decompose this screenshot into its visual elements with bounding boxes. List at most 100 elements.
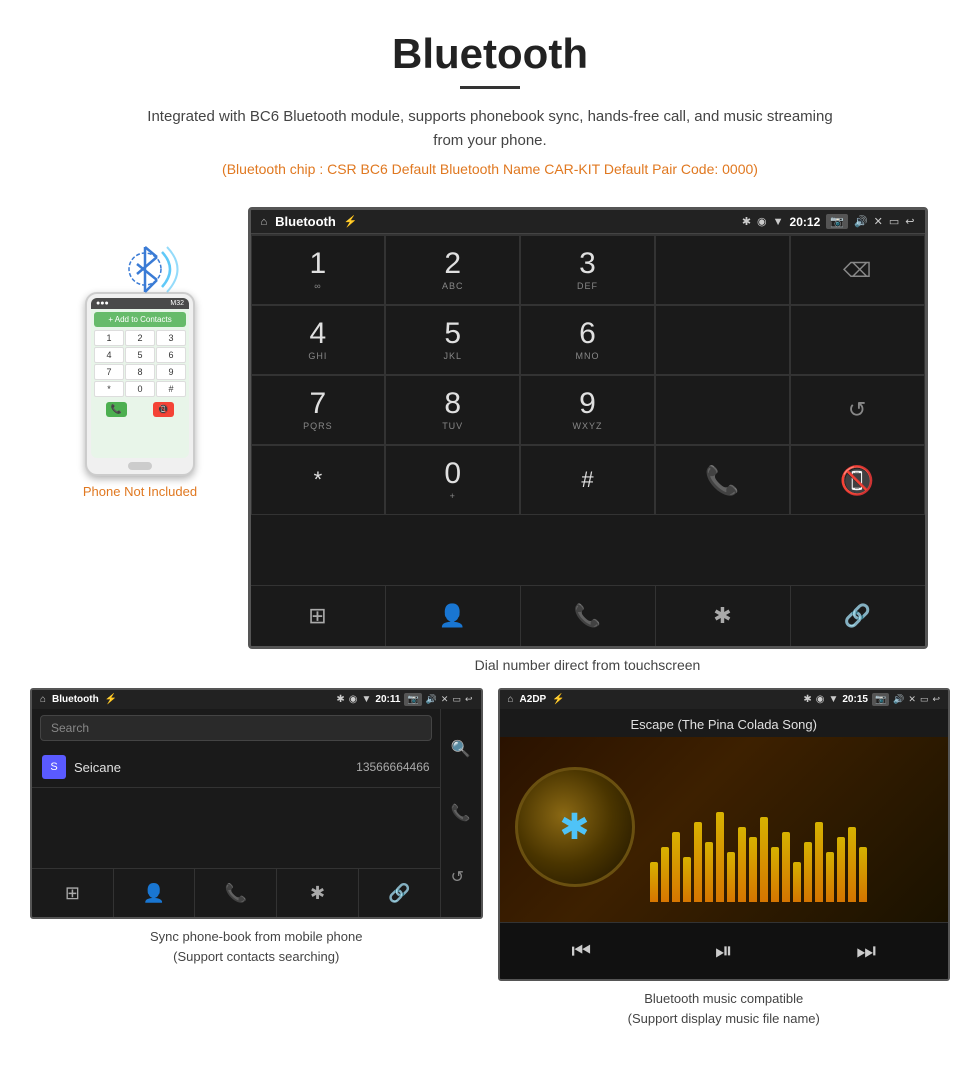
- bt-signal-icon: [110, 237, 170, 287]
- eq-bar: [672, 832, 680, 902]
- phone-key-2[interactable]: 2: [125, 330, 155, 346]
- volume-icon[interactable]: 🔊: [854, 215, 868, 228]
- phone-key-star[interactable]: *: [94, 381, 124, 397]
- pb-vol-btn[interactable]: 🔊: [426, 694, 437, 705]
- pb-call-icon[interactable]: 📞: [446, 798, 476, 828]
- phone-body: ●●●M32 + Add to Contacts 1 2 3 4 5 6 7 8…: [85, 292, 195, 476]
- phone-home-btn[interactable]: [128, 462, 152, 470]
- pb-screen-btn[interactable]: ▭: [452, 694, 461, 705]
- pb-loc-icon: ◉: [349, 694, 358, 705]
- pb-bn-bt[interactable]: ✱: [277, 869, 359, 917]
- dp-hangup-btn[interactable]: 📵: [790, 445, 925, 515]
- next-btn[interactable]: ⏭: [851, 933, 881, 969]
- dp-key-hash[interactable]: #: [520, 445, 655, 515]
- pb-home-icon[interactable]: ⌂: [40, 694, 46, 705]
- dp-key-4[interactable]: 4GHI: [251, 305, 386, 375]
- pb-search-input[interactable]: Search: [40, 715, 432, 741]
- music-sig-icon: ▼: [828, 694, 838, 705]
- phone-key-6[interactable]: 6: [156, 347, 186, 363]
- music-usb-icon: ⚡: [552, 694, 564, 705]
- dp-empty-1: [655, 235, 790, 305]
- dp-key-7[interactable]: 7PQRS: [251, 375, 386, 445]
- dp-key-3[interactable]: 3DEF: [520, 235, 655, 305]
- dp-call-btn[interactable]: 📞: [655, 445, 790, 515]
- music-screen-container: ⌂ A2DP ⚡ ✱ ◉ ▼ 20:15 📷 🔊 ✕ ▭ ↩ Escape (T…: [498, 688, 951, 981]
- music-screen-btn[interactable]: ▭: [920, 694, 929, 705]
- phone-bottom-row: 📞 📵: [91, 399, 189, 420]
- pb-time: 20:11: [375, 694, 400, 705]
- bn-phone[interactable]: 📞: [521, 586, 656, 646]
- music-back-btn[interactable]: ↩: [932, 694, 940, 705]
- phone-contacts-btn[interactable]: + Add to Contacts: [94, 312, 186, 327]
- camera-btn[interactable]: 📷: [826, 214, 848, 229]
- home-icon[interactable]: ⌂: [261, 216, 268, 228]
- bottom-panels: ⌂ Bluetooth ⚡ ✱ ◉ ▼ 20:11 📷 🔊 ✕ ▭ ↩: [0, 688, 980, 1048]
- screen-btn[interactable]: ▭: [889, 215, 899, 228]
- album-art: ✱: [515, 767, 635, 887]
- music-content: ✱: [500, 737, 949, 922]
- hu-title: Bluetooth: [275, 214, 336, 229]
- dp-key-8[interactable]: 8TUV: [385, 375, 520, 445]
- pb-statusbar: ⌂ Bluetooth ⚡ ✱ ◉ ▼ 20:11 📷 🔊 ✕ ▭ ↩: [32, 690, 481, 709]
- phone-key-5[interactable]: 5: [125, 347, 155, 363]
- dp-key-1[interactable]: 1∞: [251, 235, 386, 305]
- music-vol-btn[interactable]: 🔊: [893, 694, 904, 705]
- eq-bar: [738, 827, 746, 902]
- pb-bn-apps[interactable]: ⊞: [32, 869, 114, 917]
- dp-key-0[interactable]: 0+: [385, 445, 520, 515]
- music-cam-btn[interactable]: 📷: [872, 693, 889, 706]
- dp-redial[interactable]: ↺: [790, 375, 925, 445]
- pb-bn-phone[interactable]: 📞: [195, 869, 277, 917]
- bn-contacts[interactable]: 👤: [386, 586, 521, 646]
- phone-call-btn[interactable]: 📞: [106, 402, 127, 417]
- dp-key-6[interactable]: 6MNO: [520, 305, 655, 375]
- dp-backspace[interactable]: ⌫: [790, 235, 925, 305]
- phone-key-1[interactable]: 1: [94, 330, 124, 346]
- caption-main: Dial number direct from touchscreen: [475, 657, 701, 673]
- contact-number: 13566664466: [356, 760, 429, 774]
- phone-not-included: Phone Not Included: [83, 484, 197, 499]
- contact-name: Seicane: [74, 760, 356, 775]
- play-pause-btn[interactable]: ⏯: [710, 933, 738, 969]
- prev-btn[interactable]: ⏮: [566, 933, 596, 969]
- phone-key-8[interactable]: 8: [125, 364, 155, 380]
- dp-key-9[interactable]: 9WXYZ: [520, 375, 655, 445]
- bn-bluetooth[interactable]: ✱: [656, 586, 791, 646]
- music-eq: [650, 737, 949, 922]
- pb-refresh-icon[interactable]: ↺: [446, 862, 476, 892]
- phone-key-hash[interactable]: #: [156, 381, 186, 397]
- music-time: 20:15: [842, 694, 868, 705]
- contact-row[interactable]: S Seicane 13566664466: [32, 747, 440, 788]
- pb-usb-icon: ⚡: [105, 694, 117, 705]
- music-home-icon[interactable]: ⌂: [508, 694, 514, 705]
- dp-key-2[interactable]: 2ABC: [385, 235, 520, 305]
- phone-screen: ●●●M32 + Add to Contacts 1 2 3 4 5 6 7 8…: [91, 298, 189, 458]
- pb-bn-link[interactable]: 🔗: [359, 869, 440, 917]
- contact-letter: S: [42, 755, 66, 779]
- phone-key-9[interactable]: 9: [156, 364, 186, 380]
- album-bt-icon: ✱: [559, 806, 589, 848]
- bn-link[interactable]: 🔗: [791, 586, 925, 646]
- eq-bar: [749, 837, 757, 902]
- eq-bar: [771, 847, 779, 902]
- phone-key-0[interactable]: 0: [125, 381, 155, 397]
- dp-key-5[interactable]: 5JKL: [385, 305, 520, 375]
- phone-end-btn[interactable]: 📵: [153, 402, 174, 417]
- phone-dialpad: 1 2 3 4 5 6 7 8 9 * 0 #: [94, 330, 186, 397]
- dp-key-star[interactable]: *: [251, 445, 386, 515]
- back-btn[interactable]: ↩: [905, 215, 914, 228]
- bn-apps[interactable]: ⊞: [251, 586, 386, 646]
- pb-close-btn[interactable]: ✕: [441, 694, 449, 705]
- hu-statusbar: ⌂ Bluetooth ⚡ ✱ ◉ ▼ 20:12 📷 🔊 ✕ ▭ ↩: [251, 210, 925, 234]
- phone-key-7[interactable]: 7: [94, 364, 124, 380]
- pb-bottom-nav: ⊞ 👤 📞 ✱ 🔗: [32, 868, 440, 917]
- pb-bn-contacts[interactable]: 👤: [114, 869, 196, 917]
- pb-search-icon[interactable]: 🔍: [446, 734, 476, 764]
- music-statusbar: ⌂ A2DP ⚡ ✱ ◉ ▼ 20:15 📷 🔊 ✕ ▭ ↩: [500, 690, 949, 709]
- phone-key-3[interactable]: 3: [156, 330, 186, 346]
- pb-back-btn[interactable]: ↩: [465, 694, 473, 705]
- music-close-btn[interactable]: ✕: [908, 694, 916, 705]
- close-btn[interactable]: ✕: [874, 215, 883, 228]
- phone-key-4[interactable]: 4: [94, 347, 124, 363]
- pb-cam-btn[interactable]: 📷: [404, 693, 421, 706]
